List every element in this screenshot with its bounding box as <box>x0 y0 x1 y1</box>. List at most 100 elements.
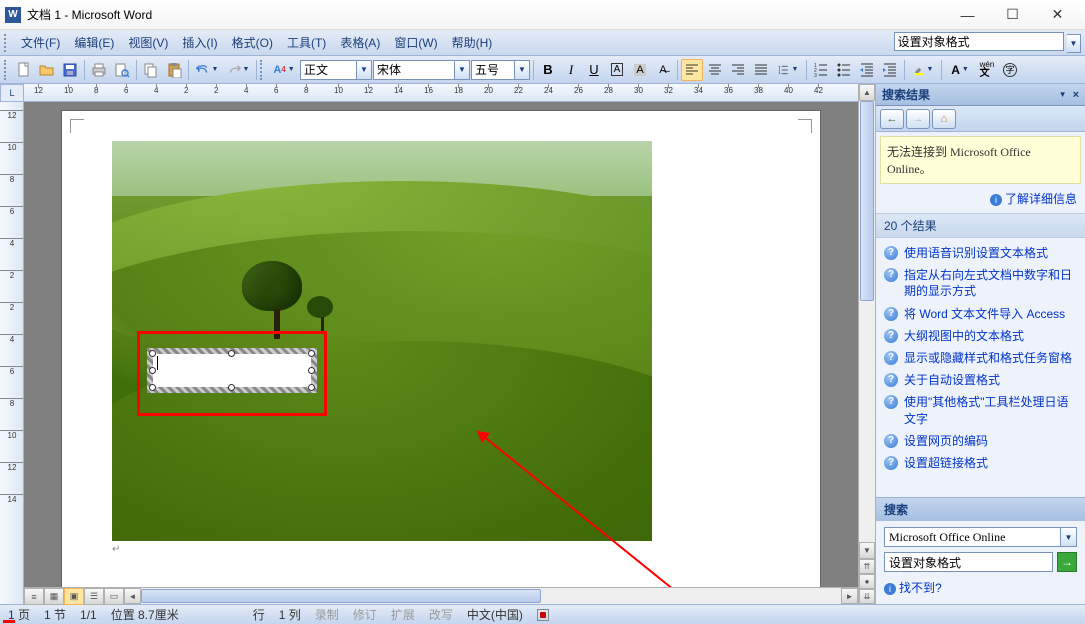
copy-button[interactable] <box>140 59 162 81</box>
status-record[interactable]: 录制 <box>315 606 339 623</box>
character-shading-button[interactable]: A <box>629 59 651 81</box>
status-extend[interactable]: 扩展 <box>391 606 415 623</box>
minimize-button[interactable]: — <box>945 1 990 29</box>
result-item[interactable]: ?使用语音识别设置文本格式 <box>878 242 1083 264</box>
style-dropdown[interactable]: ▼ <box>356 61 371 79</box>
resize-handle-n[interactable] <box>228 350 235 357</box>
ruler-corner[interactable]: L <box>0 84 24 102</box>
result-item[interactable]: ?关于自动设置格式 <box>878 369 1083 391</box>
reading-layout-view-button[interactable]: ▭ <box>104 588 124 605</box>
status-line[interactable]: 行 <box>253 606 265 623</box>
help-question-dropdown[interactable]: ▼ <box>1067 34 1081 53</box>
status-overtype[interactable]: 改写 <box>429 606 453 623</box>
bullets-button[interactable] <box>833 59 855 81</box>
resize-handle-s[interactable] <box>228 384 235 391</box>
status-language[interactable]: 中文(中国) <box>467 606 523 623</box>
highlight-button[interactable]: ▼ <box>908 59 938 81</box>
scroll-right-button[interactable]: ► <box>841 588 858 604</box>
menu-file[interactable]: 文件(F) <box>14 31 67 54</box>
toolbar-grip[interactable] <box>260 60 266 80</box>
normal-view-button[interactable]: ≡ <box>24 588 44 605</box>
menu-help[interactable]: 帮助(H) <box>445 31 500 54</box>
decrease-indent-button[interactable] <box>856 59 878 81</box>
resize-handle-se[interactable] <box>308 384 315 391</box>
redo-button[interactable]: ▼ <box>223 59 253 81</box>
line-spacing-button[interactable]: ▼ <box>773 59 803 81</box>
menu-format[interactable]: 格式(O) <box>225 31 280 54</box>
status-position[interactable]: 位置 8.7厘米 <box>111 606 179 623</box>
web-layout-view-button[interactable]: ▦ <box>44 588 64 605</box>
resize-handle-e[interactable] <box>308 367 315 374</box>
scroll-up-button[interactable]: ▲ <box>859 84 875 101</box>
textbox-content[interactable] <box>153 354 311 387</box>
bold-button[interactable]: B <box>537 59 559 81</box>
outline-view-button[interactable]: ☰ <box>84 588 104 605</box>
result-item[interactable]: ?使用"其他格式"工具栏处理日语文字 <box>878 391 1083 429</box>
print-preview-button[interactable] <box>111 59 133 81</box>
search-scope-dropdown[interactable]: ▼ <box>1061 527 1077 547</box>
menu-edit[interactable]: 编辑(E) <box>67 31 121 54</box>
resize-handle-w[interactable] <box>149 367 156 374</box>
horizontal-scrollbar[interactable]: ◄ ► <box>124 588 858 604</box>
print-layout-view-button[interactable]: ▣ <box>64 588 84 605</box>
size-input[interactable] <box>472 61 514 79</box>
menu-insert[interactable]: 插入(I) <box>175 31 224 54</box>
search-query-input[interactable] <box>884 552 1053 572</box>
result-item[interactable]: ?将 Word 文本文件导入 Access <box>878 303 1083 325</box>
nav-back-button[interactable]: ← <box>880 109 904 129</box>
menu-window[interactable]: 窗口(W) <box>387 31 444 54</box>
align-center-button[interactable] <box>704 59 726 81</box>
font-input[interactable] <box>374 61 454 79</box>
close-button[interactable]: ✕ <box>1035 1 1080 29</box>
size-dropdown[interactable]: ▼ <box>514 61 529 79</box>
nav-home-button[interactable]: ⌂ <box>932 109 956 129</box>
details-link[interactable]: i了解详细信息 <box>990 192 1077 206</box>
document-area[interactable]: ↵ <box>24 102 858 587</box>
vscroll-track[interactable] <box>859 101 875 542</box>
align-left-button[interactable] <box>681 59 703 81</box>
align-justify-button[interactable] <box>750 59 772 81</box>
font-combo[interactable]: ▼ <box>373 60 470 80</box>
character-scaling-button[interactable]: A̶ <box>652 59 674 81</box>
not-found-link[interactable]: i找不到? <box>884 581 942 595</box>
spelling-status-icon[interactable] <box>537 609 549 621</box>
enclose-characters-button[interactable]: 字 <box>999 59 1021 81</box>
underline-button[interactable]: U <box>583 59 605 81</box>
format-style-button[interactable]: A4▼ <box>269 59 299 81</box>
menu-view[interactable]: 视图(V) <box>121 31 175 54</box>
align-right-button[interactable] <box>727 59 749 81</box>
result-item[interactable]: ?显示或隐藏样式和格式任务窗格 <box>878 347 1083 369</box>
result-item[interactable]: ?大纲视图中的文本格式 <box>878 325 1083 347</box>
size-combo[interactable]: ▼ <box>471 60 530 80</box>
hscroll-track[interactable] <box>141 588 841 604</box>
inserted-image[interactable] <box>112 141 652 541</box>
menu-table[interactable]: 表格(A) <box>333 31 387 54</box>
nav-forward-button[interactable]: → <box>906 109 930 129</box>
previous-page-button[interactable]: ⇈ <box>859 559 875 574</box>
increase-indent-button[interactable] <box>879 59 901 81</box>
resize-handle-ne[interactable] <box>308 350 315 357</box>
font-dropdown[interactable]: ▼ <box>454 61 469 79</box>
resize-handle-sw[interactable] <box>149 384 156 391</box>
open-button[interactable] <box>36 59 58 81</box>
numbering-button[interactable]: 123 <box>810 59 832 81</box>
search-go-button[interactable]: → <box>1057 552 1077 572</box>
status-track[interactable]: 修订 <box>353 606 377 623</box>
status-section[interactable]: 1 节 <box>44 606 66 623</box>
status-column[interactable]: 1 列 <box>279 606 301 623</box>
toolbar-grip[interactable] <box>4 34 10 52</box>
menu-tools[interactable]: 工具(T) <box>280 31 333 54</box>
scroll-left-button[interactable]: ◄ <box>124 588 141 604</box>
hscroll-thumb[interactable] <box>141 589 541 603</box>
vscroll-thumb[interactable] <box>860 101 874 301</box>
select-browse-object-button[interactable]: ● <box>859 574 875 589</box>
help-question-input[interactable] <box>894 32 1064 51</box>
new-document-button[interactable] <box>13 59 35 81</box>
style-input[interactable] <box>301 61 356 79</box>
horizontal-ruler[interactable]: 1210864224681012141618202224262830323436… <box>24 84 858 102</box>
save-button[interactable] <box>59 59 81 81</box>
result-item[interactable]: ?设置网页的编码 <box>878 430 1083 452</box>
result-item[interactable]: ?指定从右向左式文档中数字和日期的显示方式 <box>878 264 1083 302</box>
status-pages[interactable]: 1/1 <box>80 608 97 622</box>
vertical-scrollbar[interactable]: ▲ ▼ ⇈ ● ⇊ <box>858 84 875 604</box>
